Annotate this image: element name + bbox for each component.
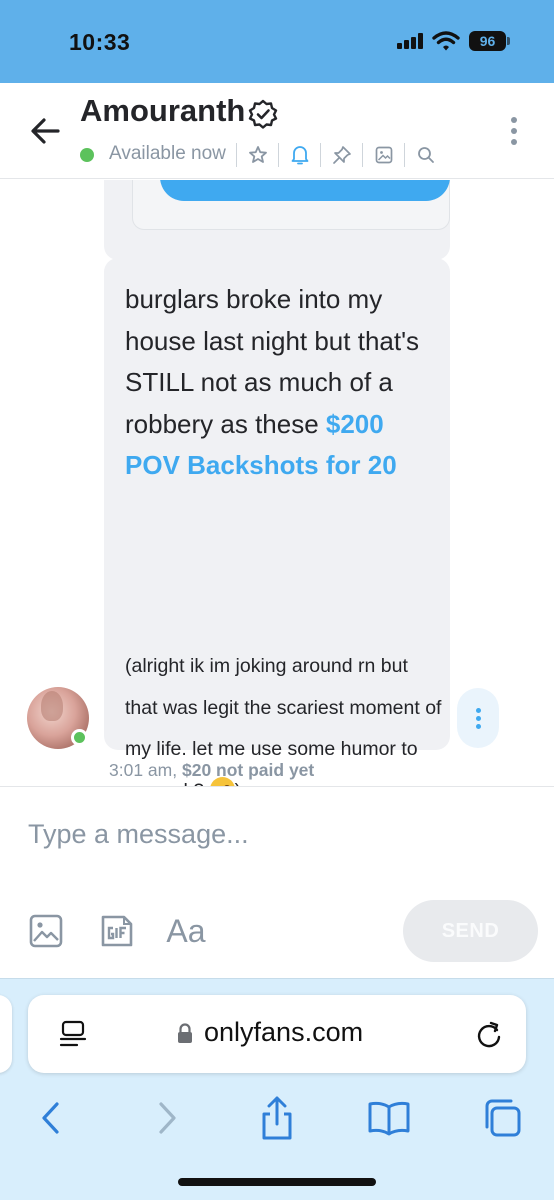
messages-area[interactable]: burglars broke into my house last night … bbox=[0, 180, 554, 786]
status-bar: 10:33 96 bbox=[0, 0, 554, 83]
back-chevron-icon[interactable] bbox=[26, 1093, 76, 1143]
browser-nav-row bbox=[0, 1093, 554, 1143]
reader-mode-icon[interactable] bbox=[58, 1019, 88, 1049]
more-vertical-icon[interactable] bbox=[500, 113, 528, 149]
verified-icon bbox=[248, 99, 278, 129]
reload-icon[interactable] bbox=[474, 1018, 504, 1050]
cellular-signal-icon bbox=[397, 33, 425, 49]
chat-header: Amouranth Available now bbox=[0, 83, 554, 179]
home-indicator[interactable] bbox=[178, 1178, 376, 1186]
message-options-button[interactable] bbox=[457, 688, 499, 748]
compose-area: Aa SEND bbox=[0, 786, 554, 978]
message-text: burglars broke into my house last night … bbox=[125, 279, 437, 487]
avatar-online-dot bbox=[71, 729, 88, 746]
message-input[interactable] bbox=[28, 819, 508, 850]
forward-chevron-icon[interactable] bbox=[142, 1093, 192, 1143]
tabs-icon[interactable] bbox=[477, 1093, 527, 1143]
browser-toolbar: onlyfans.com bbox=[0, 978, 554, 1200]
address-bar[interactable]: onlyfans.com bbox=[28, 995, 526, 1073]
message-bubble[interactable]: burglars broke into my house last night … bbox=[104, 258, 450, 786]
message-meta: 3:01 am, $20 not paid yet bbox=[109, 760, 314, 781]
previous-message-button[interactable] bbox=[160, 180, 450, 201]
message-time: 3:01 am, bbox=[109, 760, 178, 780]
send-button[interactable]: SEND bbox=[403, 900, 538, 962]
contact-name[interactable]: Amouranth bbox=[80, 93, 245, 129]
image-icon[interactable] bbox=[363, 141, 404, 169]
previous-tab-edge[interactable] bbox=[0, 995, 12, 1073]
star-icon[interactable] bbox=[237, 141, 278, 169]
message-price-status: $20 not paid yet bbox=[181, 760, 315, 780]
status-time: 10:33 bbox=[69, 29, 131, 55]
battery-level: 96 bbox=[469, 31, 506, 51]
back-arrow-icon[interactable] bbox=[28, 113, 64, 149]
online-status-dot bbox=[80, 148, 94, 162]
bell-icon[interactable] bbox=[279, 141, 320, 169]
battery-cap bbox=[507, 37, 510, 45]
share-icon[interactable] bbox=[252, 1093, 302, 1143]
pin-icon[interactable] bbox=[321, 141, 362, 169]
lock-icon bbox=[178, 1023, 192, 1043]
search-icon[interactable] bbox=[405, 141, 446, 169]
wifi-icon bbox=[432, 31, 460, 51]
availability-status: Available now bbox=[109, 143, 226, 164]
bookmarks-icon[interactable] bbox=[364, 1093, 414, 1143]
text-format-button[interactable]: Aa bbox=[164, 911, 208, 951]
url-text[interactable]: onlyfans.com bbox=[204, 1017, 363, 1048]
attach-image-icon[interactable] bbox=[26, 911, 66, 951]
header-actions bbox=[236, 141, 446, 169]
gif-icon[interactable] bbox=[97, 911, 137, 951]
